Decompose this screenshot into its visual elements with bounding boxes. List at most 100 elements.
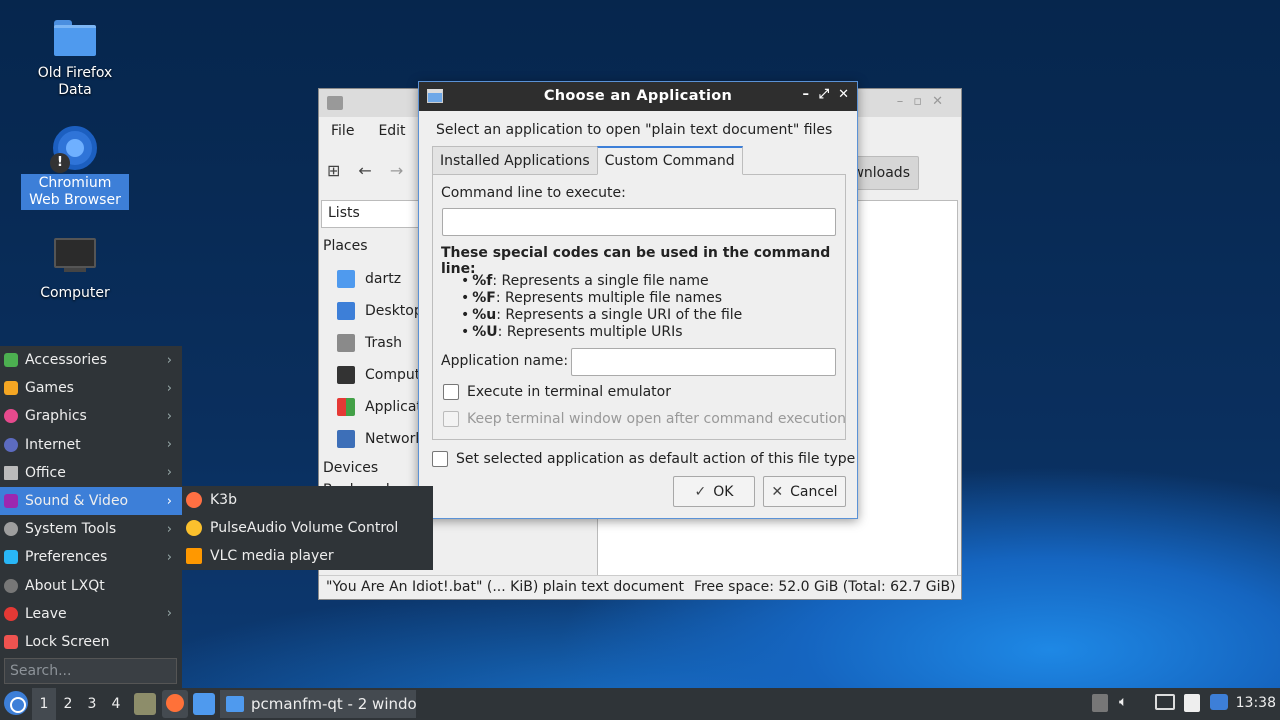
menu-edit[interactable]: Edit xyxy=(366,119,417,143)
execute-in-terminal-checkbox[interactable]: Execute in terminal emulator xyxy=(443,384,671,400)
desktop-icon-chromium[interactable]: ! Chromium Web Browser xyxy=(20,126,130,210)
place-label: Computer xyxy=(365,367,423,383)
menu-item-system-tools[interactable]: System Tools › xyxy=(0,515,182,543)
code-item: %F: Represents multiple file names xyxy=(471,290,742,307)
clock[interactable]: 13:38 xyxy=(1236,695,1276,711)
command-line-input[interactable] xyxy=(442,208,836,236)
menu-item-leave[interactable]: Leave › xyxy=(0,600,182,628)
menu-search-input[interactable]: Search... xyxy=(4,658,177,684)
menu-item-label: PulseAudio Volume Control xyxy=(210,520,399,537)
dialog-titlebar[interactable]: Choose an Application – ⤢ ✕ xyxy=(419,82,857,111)
menu-item-sound-video[interactable]: Sound & Video › xyxy=(0,486,182,516)
window-controls[interactable]: –▫✕ xyxy=(897,94,953,109)
menu-item-pulseaudio-volume-control[interactable]: PulseAudio Volume Control xyxy=(182,514,433,542)
firefox-launcher[interactable] xyxy=(162,690,188,718)
home-folder-icon xyxy=(337,270,355,288)
status-free-space: Free space: 52.0 GiB (Total: 62.7 GiB) xyxy=(694,579,956,595)
preferences-icon xyxy=(4,550,18,565)
info-icon xyxy=(4,578,18,593)
show-desktop-icon[interactable] xyxy=(134,693,156,715)
application-name-input[interactable] xyxy=(571,348,836,376)
volume-icon[interactable]: 🔈︎ xyxy=(1119,694,1127,710)
tray-up-arrow-icon[interactable] xyxy=(1092,694,1108,712)
place-item-computer[interactable]: Computer xyxy=(323,359,423,391)
menu-item-vlc[interactable]: VLC media player xyxy=(182,542,433,570)
menu-item-about-lxqt[interactable]: About LXQt xyxy=(0,572,182,600)
desktop-icon-computer[interactable]: Computer xyxy=(20,238,130,303)
graphics-icon xyxy=(4,409,18,424)
workspace-2[interactable]: 2 xyxy=(56,688,80,720)
menu-item-label: Games xyxy=(25,380,74,397)
new-tab-icon[interactable]: ⊞ xyxy=(327,161,340,180)
menu-item-lock-screen[interactable]: Lock Screen xyxy=(0,628,182,656)
forward-icon[interactable]: → xyxy=(390,161,403,180)
chevron-right-icon: › xyxy=(166,408,172,424)
file-manager-launcher-icon[interactable] xyxy=(193,693,215,715)
side-pane: Places dartz Desktop Trash Computer Appl… xyxy=(323,237,423,501)
clipboard-icon[interactable] xyxy=(1184,694,1200,712)
cancel-button[interactable]: ✕ Cancel xyxy=(763,476,846,507)
menu-item-k3b[interactable]: K3b xyxy=(182,486,433,514)
status-bar: "You Are An Idiot!.bat" (... KiB) plain … xyxy=(319,575,961,599)
minimize-icon[interactable]: – xyxy=(803,87,810,102)
place-item-applications[interactable]: Applications xyxy=(323,391,423,423)
place-item-desktop[interactable]: Desktop xyxy=(323,295,423,327)
firefox-icon xyxy=(166,694,184,712)
keep-terminal-open-checkbox: Keep terminal window open after command … xyxy=(443,411,846,427)
update-notifier-icon[interactable] xyxy=(1210,694,1228,710)
checkbox-box[interactable] xyxy=(432,451,448,467)
menu-item-accessories[interactable]: Accessories › xyxy=(0,346,182,374)
task-label: pcmanfm-qt - 2 windo... xyxy=(251,695,416,713)
network-icon[interactable] xyxy=(1155,694,1175,710)
menu-item-preferences[interactable]: Preferences › xyxy=(0,543,182,571)
place-item-home[interactable]: dartz xyxy=(323,263,423,295)
menu-item-label: Office xyxy=(25,464,66,481)
menu-item-graphics[interactable]: Graphics › xyxy=(0,402,182,430)
set-default-checkbox[interactable]: Set selected application as default acti… xyxy=(432,451,855,467)
side-pane-mode-select[interactable]: Lists xyxy=(321,200,431,228)
checkbox-box[interactable] xyxy=(443,384,459,400)
tab-custom-command[interactable]: Custom Command xyxy=(596,146,743,175)
menu-item-label: System Tools xyxy=(25,521,117,538)
folder-icon xyxy=(226,696,244,712)
menu-item-internet[interactable]: Internet › xyxy=(0,431,182,459)
back-icon[interactable]: ← xyxy=(358,161,371,180)
tab-installed-applications[interactable]: Installed Applications xyxy=(432,146,598,175)
menu-file[interactable]: File xyxy=(319,119,366,143)
taskbar: 1 2 3 4 pcmanfm-qt - 2 windo... 🔈︎ 13:38 xyxy=(0,688,1280,720)
desktop-icon xyxy=(337,302,355,320)
cancel-icon: ✕ xyxy=(771,483,784,500)
computer-icon xyxy=(54,238,96,274)
workspace-1[interactable]: 1 xyxy=(32,688,56,720)
chevron-right-icon: › xyxy=(166,352,172,368)
chevron-right-icon: › xyxy=(166,521,172,537)
maximize-icon[interactable]: ⤢ xyxy=(819,87,829,102)
lock-icon xyxy=(4,634,18,649)
choose-application-dialog[interactable]: Choose an Application – ⤢ ✕ Select an ap… xyxy=(418,81,858,519)
ok-button[interactable]: ✓ OK xyxy=(673,476,755,507)
menu-item-games[interactable]: Games › xyxy=(0,374,182,402)
tab-bar: Installed Applications Custom Command xyxy=(432,146,743,175)
desktop-icon-old-firefox-data[interactable]: Old Firefox Data xyxy=(20,20,130,100)
games-icon xyxy=(4,381,18,396)
network-icon xyxy=(337,430,355,448)
office-icon xyxy=(4,465,18,480)
power-icon xyxy=(4,606,18,621)
custom-command-panel: Command line to execute: These special c… xyxy=(432,174,846,440)
code-item: %U: Represents multiple URIs xyxy=(471,324,742,341)
place-item-network[interactable]: Network xyxy=(323,423,423,455)
dialog-title: Choose an Application xyxy=(543,88,733,104)
place-item-trash[interactable]: Trash xyxy=(323,327,423,359)
taskbar-task-pcmanfm[interactable]: pcmanfm-qt - 2 windo... xyxy=(220,690,416,718)
place-label: Applications xyxy=(365,399,423,415)
workspace-3[interactable]: 3 xyxy=(80,688,104,720)
workspace-4[interactable]: 4 xyxy=(104,688,128,720)
folder-icon xyxy=(54,20,96,56)
check-icon: ✓ xyxy=(694,483,707,500)
dialog-prompt: Select an application to open "plain tex… xyxy=(436,122,833,138)
menu-item-office[interactable]: Office › xyxy=(0,459,182,487)
start-menu-button[interactable] xyxy=(4,691,28,715)
checkbox-box xyxy=(443,411,459,427)
close-icon[interactable]: ✕ xyxy=(838,87,849,102)
menu-item-label: K3b xyxy=(210,492,237,509)
